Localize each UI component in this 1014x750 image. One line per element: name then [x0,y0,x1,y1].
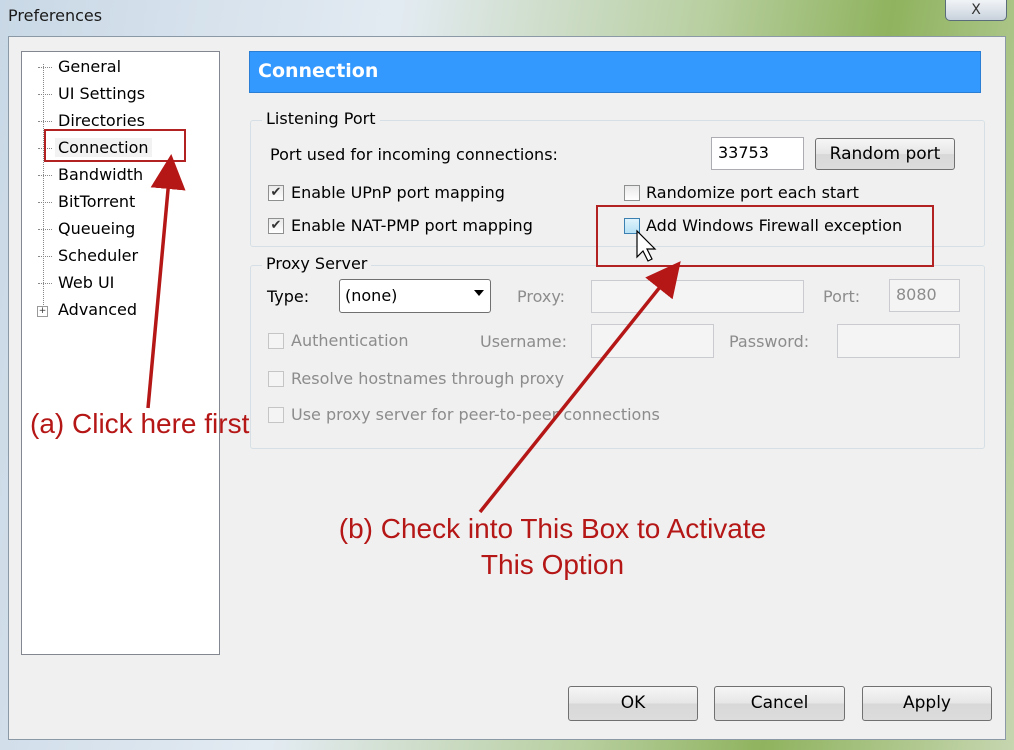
annotation-arrows [146,154,681,514]
annotation-a: (a) Click here first [30,408,250,439]
arrow-to-firewall-checkbox [478,261,681,514]
arrow-to-connection [146,154,186,409]
annotation-b-line2: This Option [480,549,625,580]
preferences-window: Preferences X General UI Settings Direct… [0,0,1014,750]
mouse-cursor-icon [636,229,657,262]
annotation-b-line1: (b) Check into This Box to Activate [338,513,767,544]
